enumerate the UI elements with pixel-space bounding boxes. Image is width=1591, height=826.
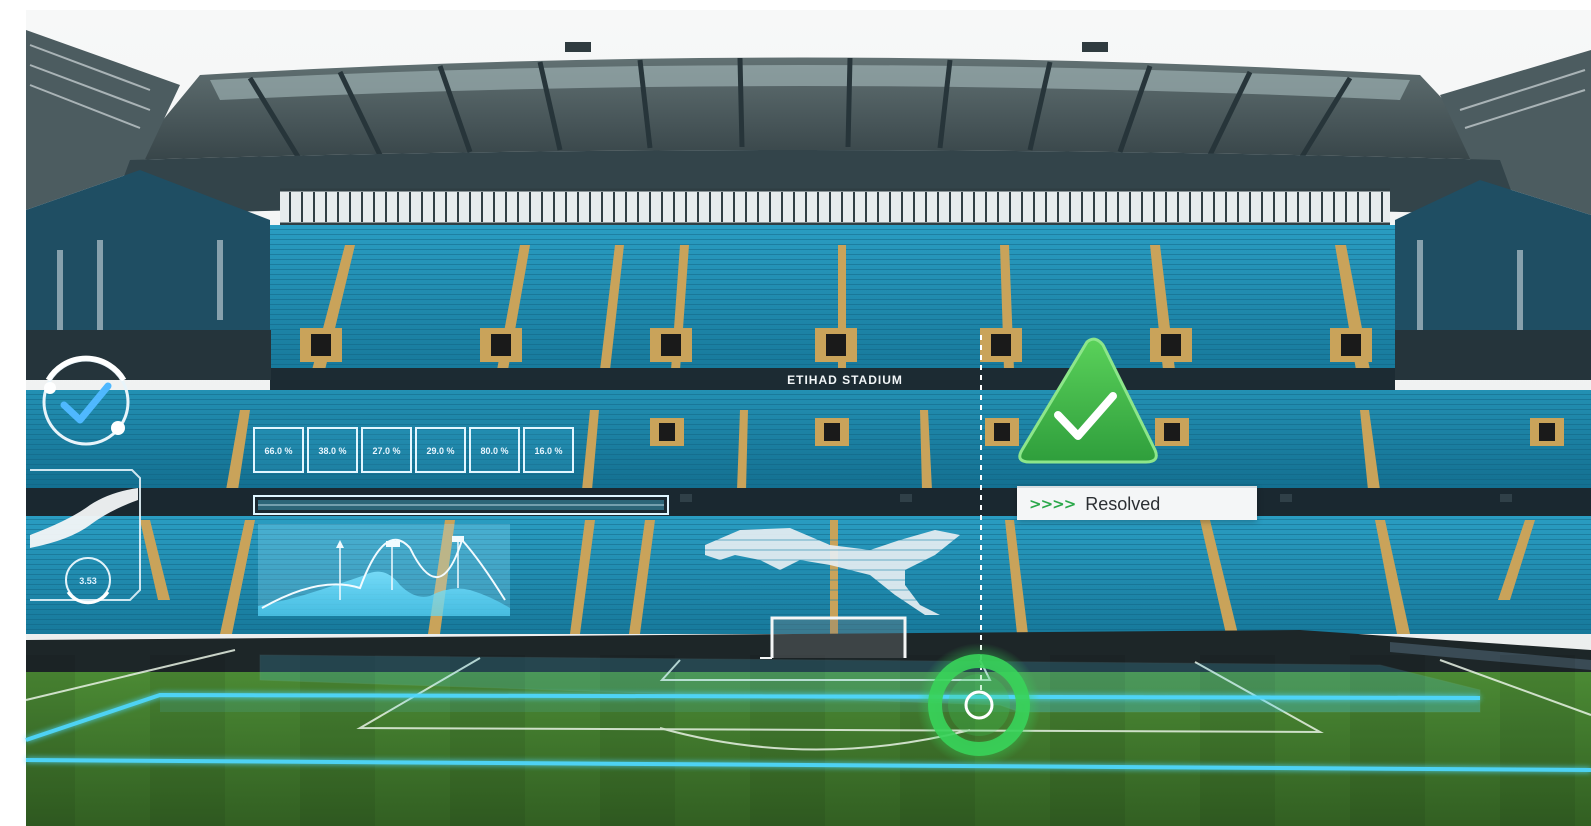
gauge-value: 3.53 xyxy=(79,576,97,586)
status-label: Resolved xyxy=(1085,493,1161,514)
percentage-label: 66.0 % xyxy=(264,446,292,456)
percentage-label: 16.0 % xyxy=(534,446,562,456)
stadium-banner: ETIHAD STADIUM xyxy=(787,373,903,387)
percentage-label: 38.0 % xyxy=(318,446,346,456)
percentage-label: 80.0 % xyxy=(480,446,508,456)
percentage-label: 29.0 % xyxy=(426,446,454,456)
hud-area-chart xyxy=(258,524,510,616)
percentage-label: 27.0 % xyxy=(372,446,400,456)
stadium-view: ETIHAD STADIUM 66.0 % 38.0 % 27.0 % 29.0… xyxy=(0,0,1591,826)
target-ring-icon xyxy=(917,643,1041,767)
resolved-status-tag: >>>> Resolved xyxy=(1017,486,1257,520)
stadium-scene: ETIHAD STADIUM 66.0 % 38.0 % 27.0 % 29.0… xyxy=(0,0,1591,826)
chevrons-icon: >>>> xyxy=(1029,495,1076,513)
goal-frame xyxy=(760,616,907,659)
